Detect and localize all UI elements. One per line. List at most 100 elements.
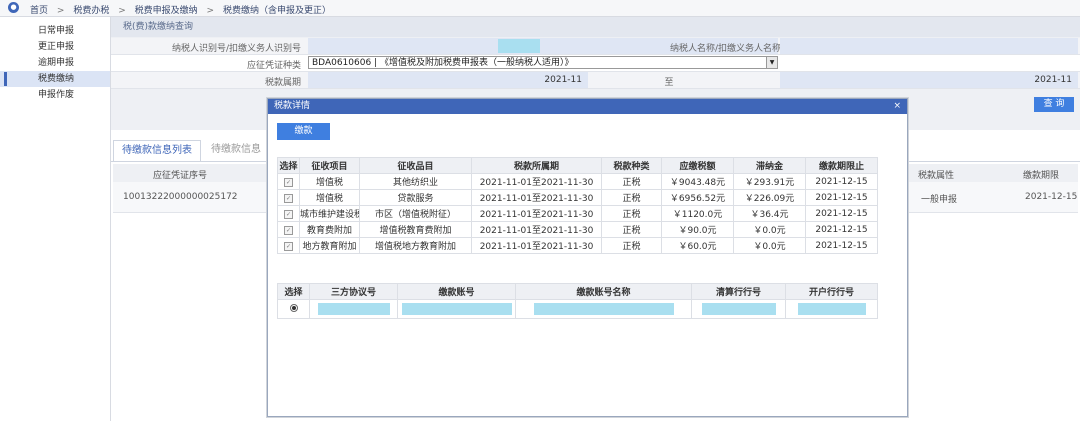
amount-cell: ￥9043.48元 xyxy=(661,173,734,190)
sidebar-item-correct-declare[interactable]: 更正申报 xyxy=(0,39,110,55)
taxpayer-id-label: 纳税人识别号/扣缴义务人识别号 xyxy=(171,44,301,54)
period-to-value: 2021-11 xyxy=(1034,75,1072,85)
account-radio[interactable] xyxy=(289,303,298,312)
taxpayer-name-field[interactable] xyxy=(780,38,1078,54)
query-panel-title: 税(费)款缴纳查询 xyxy=(111,17,1080,37)
late-fee-cell: ￥0.0元 xyxy=(733,221,806,238)
breadcrumb-home[interactable]: 首页 xyxy=(30,6,48,16)
period-to-field[interactable]: 2021-11 xyxy=(780,72,1078,88)
item-cell: 增值税 xyxy=(299,189,360,206)
row-checkbox[interactable]: ✓ xyxy=(284,177,293,187)
voucher-type-value: BDA0610606 | 《增值税及附加税费申报表（一般纳税人适用）》 xyxy=(312,58,574,68)
breadcrumb-bar: ● 首页 > 税费办税 > 税费申报及缴纳 > 税费缴纳（含申报及更正） xyxy=(0,0,1080,17)
period-to-label: 至 xyxy=(664,78,674,88)
period-row: 税款属期 2021-11 至 2021-11 xyxy=(111,72,1080,89)
account-header-clearing-bank: 清算行行号 xyxy=(691,283,786,300)
voucher-type-select[interactable]: BDA0610606 | 《增值税及附加税费申报表（一般纳税人适用）》 ▼ xyxy=(308,56,778,69)
col-deadline-header: 缴款期限 xyxy=(1023,171,1060,181)
deadline-cell: 2021-12-15 xyxy=(805,221,878,238)
header-category: 征收品目 xyxy=(359,157,472,174)
late-fee-cell: ￥0.0元 xyxy=(733,237,806,254)
query-button[interactable]: 查 询 xyxy=(1034,97,1074,112)
tab-pending-list[interactable]: 待缴款信息列表 xyxy=(113,140,201,162)
category-cell: 贷款服务 xyxy=(359,189,472,206)
redacted-account-no xyxy=(401,303,512,315)
category-cell: 其他纺织业 xyxy=(359,173,472,190)
period-cell: 2021-11-01至2021-11-30 xyxy=(471,237,602,254)
account-header-agreement: 三方协议号 xyxy=(309,283,398,300)
account-header-row: 选择 三方协议号 缴款账号 缴款账号名称 清算行行号 开户行行号 xyxy=(277,283,878,300)
breadcrumb: 首页 > 税费办税 > 税费申报及缴纳 > 税费缴纳（含申报及更正） xyxy=(30,3,337,16)
header-amount: 应缴税额 xyxy=(661,157,734,174)
row-checkbox[interactable]: ✓ xyxy=(284,209,293,219)
taxpayer-row: 纳税人识别号/扣缴义务人识别号 纳税人名称/扣缴义务人名称 xyxy=(111,38,1080,55)
voucher-no-cell: 10013222000000025172 xyxy=(123,192,238,202)
voucher-type-row: 应征凭证种类 BDA0610606 | 《增值税及附加税费申报表（一般纳税人适用… xyxy=(111,55,1080,72)
item-cell: 增值税 xyxy=(299,173,360,190)
row-checkbox[interactable]: ✓ xyxy=(284,241,293,251)
close-icon[interactable]: × xyxy=(893,99,901,114)
row-checkbox[interactable]: ✓ xyxy=(284,225,293,235)
breadcrumb-tax-office[interactable]: 税费办税 xyxy=(73,6,109,16)
redacted-block xyxy=(498,39,540,53)
deadline-cell: 2021-12-15 xyxy=(1025,192,1078,202)
header-deadline: 缴款期限止 xyxy=(805,157,878,174)
header-select: 选择 xyxy=(277,157,300,174)
amount-cell: ￥6956.52元 xyxy=(661,189,734,206)
account-header-opening-bank: 开户行行号 xyxy=(785,283,878,300)
table-row[interactable]: ✓ 增值税 其他纺织业 2021-11-01至2021-11-30 正税 ￥90… xyxy=(277,173,878,190)
table-row[interactable]: ✓ 教育费附加 增值税教育费附加 2021-11-01至2021-11-30 正… xyxy=(277,221,878,238)
amount-cell: ￥60.0元 xyxy=(661,237,734,254)
sidebar-item-void-declare[interactable]: 申报作废 xyxy=(0,87,110,103)
sidebar-item-overdue-declare[interactable]: 逾期申报 xyxy=(0,55,110,71)
modal-title: 税款详情 xyxy=(274,101,311,111)
item-cell: 城市维护建设税 xyxy=(299,205,360,222)
period-from-field[interactable]: 2021-11 xyxy=(308,72,588,88)
location-pin-icon: ● xyxy=(8,2,19,13)
voucher-type-label: 应征凭证种类 xyxy=(246,61,301,71)
sidebar-item-tax-payment[interactable]: 税费缴纳 xyxy=(0,71,110,87)
kind-cell: 正税 xyxy=(601,221,662,238)
pay-button[interactable]: 缴款 xyxy=(277,123,330,140)
col-tax-attr-header: 税款属性 xyxy=(918,171,955,181)
deadline-cell: 2021-12-15 xyxy=(805,173,878,190)
redacted-agreement xyxy=(317,303,390,315)
account-table: 选择 三方协议号 缴款账号 缴款账号名称 清算行行号 开户行行号 xyxy=(277,283,878,319)
late-fee-cell: ￥293.91元 xyxy=(733,173,806,190)
header-late-fee: 滞纳金 xyxy=(733,157,806,174)
modal-title-bar: 税款详情 × xyxy=(268,99,907,114)
item-cell: 教育费附加 xyxy=(299,221,360,238)
kind-cell: 正税 xyxy=(601,189,662,206)
row-checkbox[interactable]: ✓ xyxy=(284,193,293,203)
col-voucher-no-header: 应征凭证序号 xyxy=(153,171,208,181)
table-row[interactable]: ✓ 增值税 贷款服务 2021-11-01至2021-11-30 正税 ￥695… xyxy=(277,189,878,206)
sidebar: 日常申报 更正申报 逾期申报 税费缴纳 申报作废 xyxy=(0,17,111,421)
account-row[interactable] xyxy=(277,299,878,319)
taxpayer-name-label: 纳税人名称/扣缴义务人名称 xyxy=(669,44,781,54)
breadcrumb-current: 税费缴纳（含申报及更正） xyxy=(222,6,331,16)
redacted-clearing-bank xyxy=(701,303,776,315)
deadline-cell: 2021-12-15 xyxy=(805,237,878,254)
item-cell: 地方教育附加 xyxy=(299,237,360,254)
chevron-down-icon[interactable]: ▼ xyxy=(766,57,777,68)
breadcrumb-separator-icon: > xyxy=(206,6,215,16)
period-label: 税款属期 xyxy=(264,78,301,88)
period-cell: 2021-11-01至2021-11-30 xyxy=(471,205,602,222)
kind-cell: 正税 xyxy=(601,237,662,254)
header-period: 税款所属期 xyxy=(471,157,602,174)
sidebar-item-daily-declare[interactable]: 日常申报 xyxy=(0,23,110,39)
kind-cell: 正税 xyxy=(601,173,662,190)
period-from-value: 2021-11 xyxy=(544,75,582,85)
table-row[interactable]: ✓ 城市维护建设税 市区（增值税附征） 2021-11-01至2021-11-3… xyxy=(277,205,878,222)
table-row[interactable]: ✓ 地方教育附加 增值税地方教育附加 2021-11-01至2021-11-30… xyxy=(277,237,878,254)
tab-pending-info[interactable]: 待缴款信息 xyxy=(203,140,269,160)
table-header-row: 选择 征收项目 征收品目 税款所属期 税款种类 应缴税额 滞纳金 缴款期限止 xyxy=(277,157,878,174)
breadcrumb-declare-pay[interactable]: 税费申报及缴纳 xyxy=(135,6,198,16)
category-cell: 增值税地方教育附加 xyxy=(359,237,472,254)
tax-detail-modal: 税款详情 × 缴款 选择 征收项目 征收品目 税款所属期 税款种类 应缴税额 滞… xyxy=(267,98,908,417)
breadcrumb-separator-icon: > xyxy=(118,6,126,16)
period-cell: 2021-11-01至2021-11-30 xyxy=(471,173,602,190)
deadline-cell: 2021-12-15 xyxy=(805,189,878,206)
period-cell: 2021-11-01至2021-11-30 xyxy=(471,221,602,238)
breadcrumb-separator-icon: > xyxy=(56,6,65,16)
